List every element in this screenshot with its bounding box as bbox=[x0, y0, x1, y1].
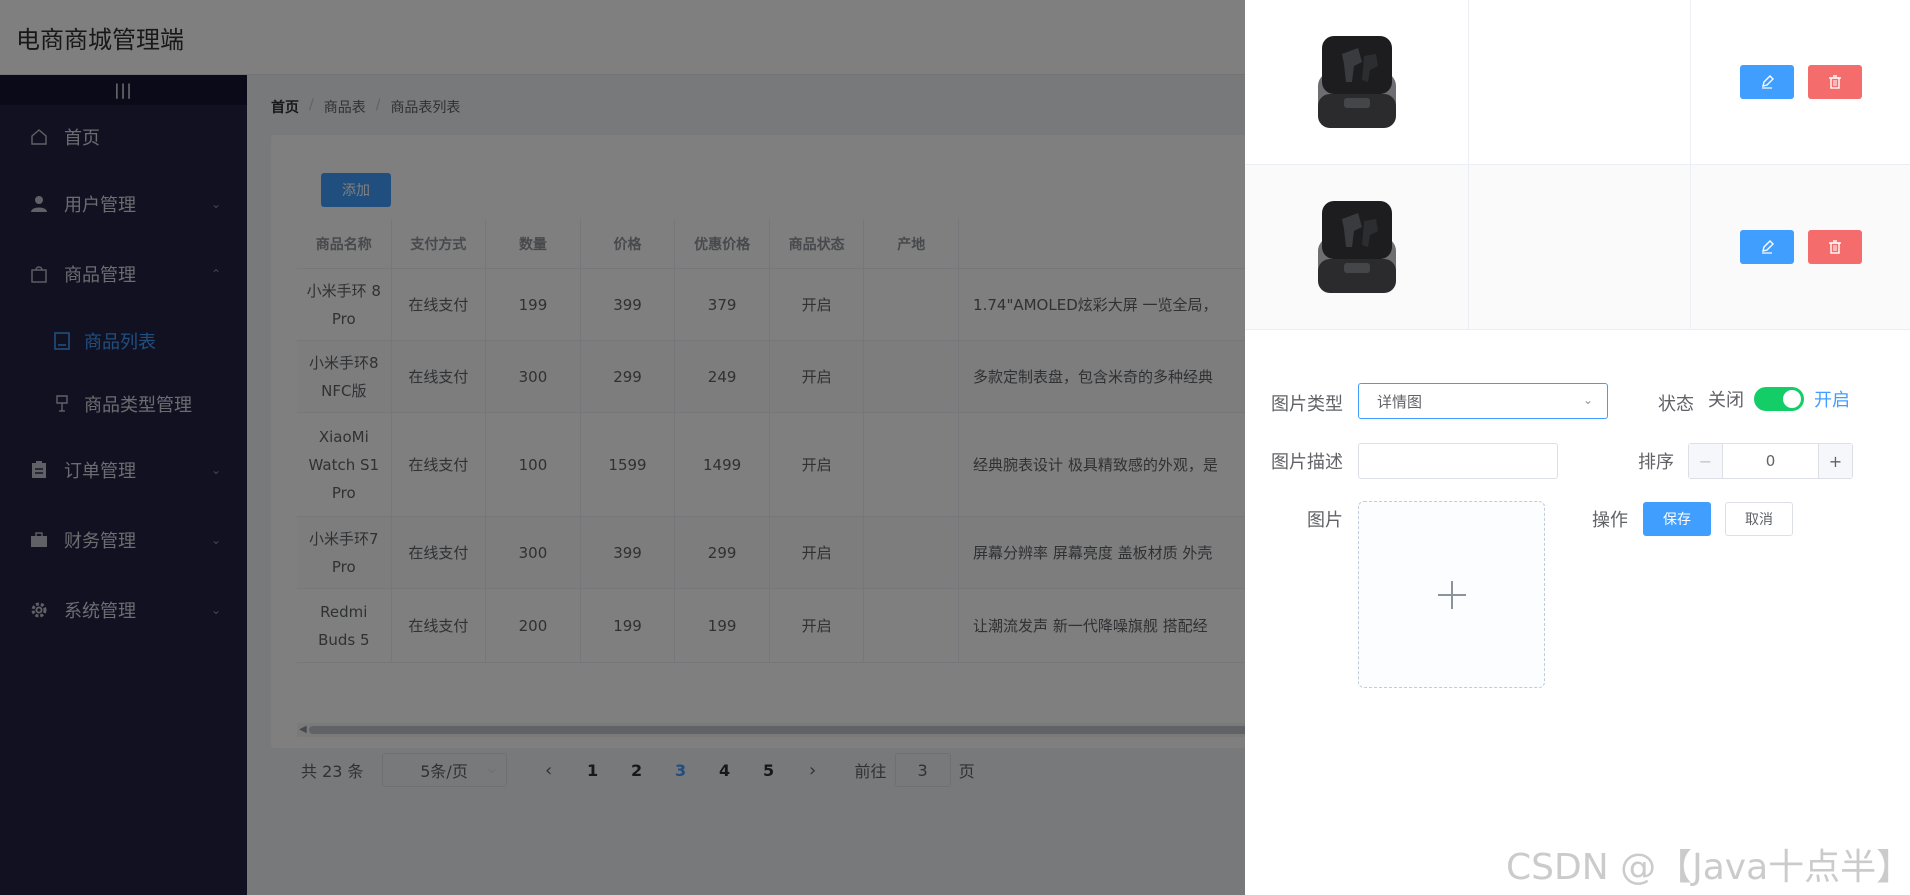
drawer-mask-overlay[interactable] bbox=[0, 0, 1245, 895]
increment-button[interactable]: + bbox=[1818, 444, 1852, 478]
toggle-knob bbox=[1783, 390, 1801, 408]
image-label: 图片 bbox=[1307, 510, 1343, 531]
status-switch-group: 关闭 开启 bbox=[1708, 386, 1850, 412]
decrement-button[interactable]: − bbox=[1689, 444, 1723, 478]
image-drawer: 图片类型 详情图 ⌄ 状态 关闭 开启 图片描述 排序 − 0 + 图片 操作 … bbox=[1245, 0, 1910, 895]
image-table bbox=[1245, 0, 1910, 330]
image-type-select[interactable]: 详情图 ⌄ bbox=[1358, 383, 1608, 419]
image-cell bbox=[1245, 165, 1469, 329]
action-label: 操作 bbox=[1592, 510, 1628, 531]
image-row bbox=[1245, 0, 1910, 165]
image-cell bbox=[1245, 0, 1469, 164]
status-on-label: 开启 bbox=[1814, 390, 1850, 411]
status-off-label: 关闭 bbox=[1708, 390, 1744, 411]
image-type-label: 图片类型 bbox=[1271, 394, 1343, 415]
status-toggle[interactable] bbox=[1754, 387, 1804, 411]
image-type-value: 详情图 bbox=[1377, 392, 1423, 411]
status-label: 状态 bbox=[1658, 394, 1694, 415]
image-desc-input[interactable] bbox=[1358, 443, 1558, 479]
earbuds-case-image bbox=[1317, 201, 1396, 293]
image-desc-cell bbox=[1469, 165, 1691, 329]
edit-icon bbox=[1761, 75, 1774, 89]
chevron-down-icon: ⌄ bbox=[1582, 393, 1593, 407]
image-row bbox=[1245, 165, 1910, 330]
save-button[interactable]: 保存 bbox=[1643, 502, 1711, 536]
image-desc-label: 图片描述 bbox=[1271, 452, 1343, 473]
image-actions-cell bbox=[1691, 0, 1910, 164]
edit-button[interactable] bbox=[1739, 65, 1794, 99]
image-actions-cell bbox=[1691, 165, 1910, 329]
cancel-button[interactable]: 取消 bbox=[1725, 502, 1793, 536]
image-upload[interactable] bbox=[1358, 501, 1545, 688]
plus-icon bbox=[1437, 580, 1466, 609]
delete-button[interactable] bbox=[1807, 65, 1862, 99]
sort-value[interactable]: 0 bbox=[1723, 452, 1818, 470]
trash-icon bbox=[1828, 75, 1841, 89]
edit-icon bbox=[1761, 240, 1774, 254]
trash-icon bbox=[1828, 240, 1841, 254]
image-desc-cell bbox=[1469, 0, 1691, 164]
sort-label: 排序 bbox=[1638, 452, 1674, 473]
watermark: CSDN @【Java十点半】 bbox=[1506, 847, 1910, 888]
delete-button[interactable] bbox=[1807, 230, 1862, 264]
earbuds-case-image bbox=[1317, 36, 1396, 128]
edit-button[interactable] bbox=[1739, 230, 1794, 264]
sort-stepper: − 0 + bbox=[1688, 443, 1853, 479]
